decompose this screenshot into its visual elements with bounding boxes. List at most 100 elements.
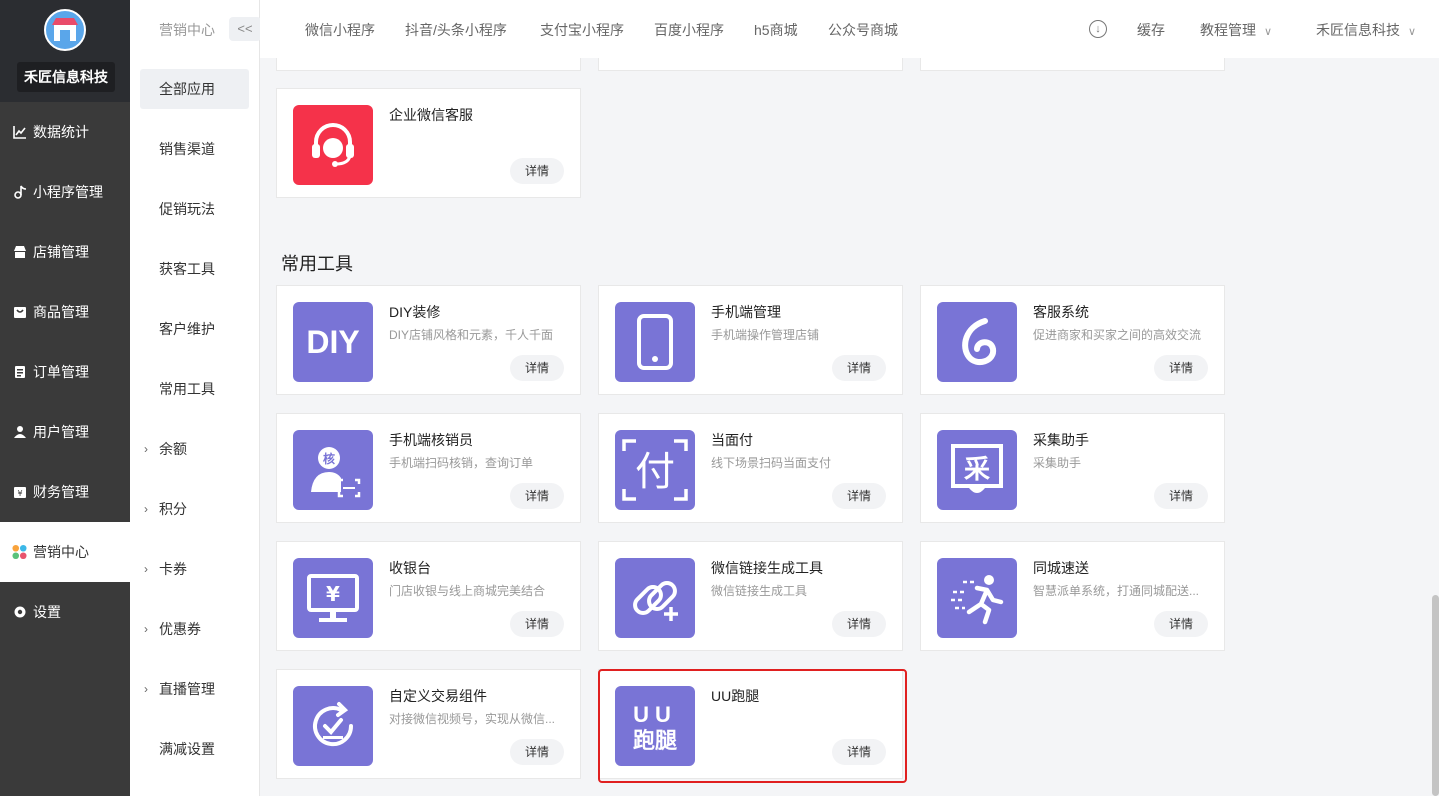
nav-item-label: 小程序管理 [33,184,103,200]
app-card-mobile-admin[interactable]: 手机端管理 手机端操作管理店铺 详情 [598,285,903,395]
nav-item-label: 商品管理 [33,304,89,320]
subnav-item-live[interactable]: › 直播管理 [140,669,249,709]
nav-item-users[interactable]: 用户管理 [0,402,130,462]
nav-item-label: 订单管理 [33,364,89,380]
app-desc: 线下场景扫码当面支付 [711,456,832,470]
detail-button[interactable]: 详情 [510,483,564,509]
app-title: 客服系统 [1033,304,1089,320]
collapse-sidebar-button[interactable]: << [229,17,261,41]
detail-button[interactable]: 详情 [510,355,564,381]
subnav-item-label: 积分 [159,501,187,517]
account-menu[interactable]: 禾匠信息科技 ∨ [1316,20,1416,40]
tab-wechat-miniprogram[interactable]: 微信小程序 [305,20,375,40]
account-menu-label: 禾匠信息科技 [1316,22,1400,38]
scrollbar[interactable] [1432,595,1439,796]
chevron-right-icon: › [144,502,148,516]
detail-button[interactable]: 详情 [510,611,564,637]
detail-button[interactable]: 详情 [1154,355,1208,381]
app-title: UU跑腿 [711,688,760,704]
svg-text:DIY: DIY [306,324,359,360]
tab-official-account-mall[interactable]: 公众号商城 [828,20,898,40]
subnav-item-acquisition[interactable]: 获客工具 [140,249,249,289]
icon-char: ¥ [326,582,340,606]
app-desc: 促进商家和买家之间的高效交流 [1033,328,1202,342]
verify-icon: 核 [293,430,373,510]
cache-button[interactable]: 缓存 [1137,20,1165,40]
app-desc: 门店收银与线上商城完美结合 [389,584,546,598]
subnav-item-sales-channels[interactable]: 销售渠道 [140,129,249,169]
runner-icon [937,558,1017,638]
svg-text:¥: ¥ [17,489,22,498]
goods-icon [12,305,27,320]
nav-item-settings[interactable]: 设置 [0,582,130,642]
app-card-wechat-link[interactable]: 微信链接生成工具 微信链接生成工具 详情 [598,541,903,651]
brand-area: 禾匠信息科技 [0,0,130,102]
detail-button[interactable]: 详情 [1154,611,1208,637]
nav-item-finance[interactable]: ¥ 财务管理 [0,462,130,522]
nav-item-orders[interactable]: 订单管理 [0,342,130,402]
nav-item-miniprogram[interactable]: 小程序管理 [0,162,130,222]
app-card-collect-assistant[interactable]: 采 采集助手 采集助手 详情 [920,413,1225,523]
subnav-title: 营销中心 [159,22,215,38]
tab-alipay-miniprogram[interactable]: 支付宝小程序 [540,20,624,40]
subnav-item-promotions[interactable]: 促销玩法 [140,189,249,229]
subnav-item-balance[interactable]: › 余额 [140,429,249,469]
nav-item-label: 设置 [33,604,61,620]
phone-icon [615,302,695,382]
app-desc: 智慧派单系统，打通同城配送... [1033,584,1200,598]
nav-item-label: 用户管理 [33,424,89,440]
pay-icon: 付 [615,430,695,510]
detail-button[interactable]: 详情 [832,355,886,381]
tab-h5-mall[interactable]: h5商城 [754,20,798,40]
app-title: 当面付 [711,432,753,448]
nav-item-marketing[interactable]: 营销中心 [0,522,130,582]
collect-icon: 采 [937,430,1017,510]
sub-sidebar: 营销中心 << 全部应用 销售渠道 促销玩法 获客工具 客户维护 常用工具 › 余… [130,0,261,796]
detail-button[interactable]: 详情 [510,158,564,184]
icon-char: 采 [964,455,990,485]
nav-item-label: 财务管理 [33,484,89,500]
app-card-wecom-service[interactable]: 企业微信客服 详情 [276,88,581,198]
app-title: DIY装修 [389,304,441,320]
app-desc: 采集助手 [1033,456,1082,470]
tutorial-menu-label: 教程管理 [1200,22,1256,38]
subnav-item-cards[interactable]: › 卡券 [140,549,249,589]
app-card-customer-service[interactable]: 客服系统 促进商家和买家之间的高效交流 详情 [920,285,1225,395]
tab-baidu-miniprogram[interactable]: 百度小程序 [654,20,724,40]
subnav-item-all-apps[interactable]: 全部应用 [140,69,249,109]
detail-button[interactable]: 详情 [832,739,886,765]
app-card-diy[interactable]: DIY DIY装修 DIY店铺风格和元素，千人千面 详情 [276,285,581,395]
nav-item-stats[interactable]: 数据统计 [0,102,130,162]
app-desc: 对接微信视频号，实现从微信... [389,712,556,726]
store-logo-icon[interactable] [44,9,86,51]
download-icon[interactable]: ↓ [1089,20,1107,38]
detail-button[interactable]: 详情 [832,611,886,637]
chevron-right-icon: › [144,442,148,456]
app-title: 采集助手 [1033,432,1089,448]
detail-button[interactable]: 详情 [832,483,886,509]
nav-item-store[interactable]: 店铺管理 [0,222,130,282]
app-card-mobile-verifier[interactable]: 核 手机端核销员 手机端扫码核销，查询订单 详情 [276,413,581,523]
app-card-uu-errand[interactable]: UU 跑腿 UU跑腿 详情 [598,669,903,779]
detail-button[interactable]: 详情 [510,739,564,765]
app-card-cashier[interactable]: ¥ 收银台 门店收银与线上商城完美结合 详情 [276,541,581,651]
app-card-custom-trade-component[interactable]: 自定义交易组件 对接微信视频号，实现从微信... 详情 [276,669,581,779]
subnav-item-points[interactable]: › 积分 [140,489,249,529]
detail-button[interactable]: 详情 [1154,483,1208,509]
subnav-item-full-reduction[interactable]: 满减设置 [140,729,249,769]
card-stub [598,58,903,71]
subnav-item-coupons[interactable]: › 优惠券 [140,609,249,649]
nav-item-label: 营销中心 [33,544,89,560]
tutorial-menu[interactable]: 教程管理 ∨ [1200,20,1272,40]
user-icon [12,425,27,440]
app-card-same-city-delivery[interactable]: 同城速送 智慧派单系统，打通同城配送... 详情 [920,541,1225,651]
tab-douyin-miniprogram[interactable]: 抖音/头条小程序 [405,20,507,40]
subnav-header: 营销中心 << [130,0,261,58]
subnav-item-common-tools[interactable]: 常用工具 [140,369,249,409]
nav-item-goods[interactable]: 商品管理 [0,282,130,342]
app-card-face-pay[interactable]: 付 当面付 线下场景扫码当面支付 详情 [598,413,903,523]
subnav-item-customer-care[interactable]: 客户维护 [140,309,249,349]
chevron-right-icon: › [144,562,148,576]
icon-char: 付 [635,449,675,495]
brand-name: 禾匠信息科技 [17,62,115,92]
